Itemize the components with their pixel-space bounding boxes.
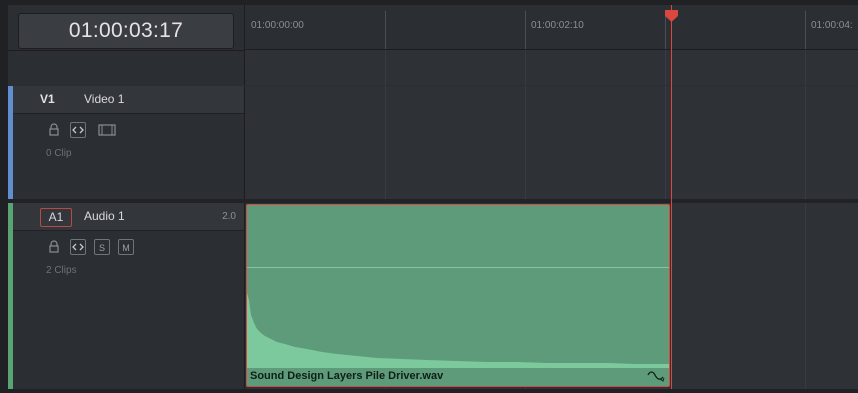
grid-line xyxy=(805,203,806,389)
timeline-ruler[interactable]: 01:00:00:00 01:00:02:10 01:00:04: xyxy=(245,5,858,50)
grid-line xyxy=(385,86,386,199)
clip-count-v1: 0 Clip xyxy=(46,148,72,159)
grid-line xyxy=(525,50,526,85)
empty-track-area xyxy=(245,50,858,85)
timeline-header: 01:00:03:17 xyxy=(8,5,245,85)
lock-icon[interactable] xyxy=(46,239,62,255)
grid-line xyxy=(665,50,666,85)
clip-name: Sound Design Layers Pile Driver.wav xyxy=(250,370,444,382)
grid-line xyxy=(665,86,666,199)
ruler-tick xyxy=(525,11,526,49)
clip-fx-icon[interactable] xyxy=(647,371,665,383)
clip-count-a1: 2 Clips xyxy=(46,265,77,276)
grid-line xyxy=(525,86,526,199)
solo-button[interactable]: S xyxy=(94,239,110,255)
ruler-label-2: 01:00:04: xyxy=(811,20,853,31)
grid-line xyxy=(805,50,806,85)
waveform xyxy=(247,293,669,368)
timeline-window: 01:00:03:17 01:00:00:00 01:00:02:10 01:0… xyxy=(8,5,858,389)
lock-icon[interactable] xyxy=(46,122,62,138)
audio-clip[interactable]: Sound Design Layers Pile Driver.wav xyxy=(246,204,670,387)
track-header-video-1[interactable]: V1 Video 1 0 Clip xyxy=(8,86,245,199)
ruler-tick xyxy=(385,11,386,49)
track-channel-format: 2.0 xyxy=(222,211,236,222)
ruler-label-0: 01:00:00:00 xyxy=(251,20,304,31)
track-id-a1[interactable]: A1 xyxy=(40,208,72,227)
track-lane-video-1[interactable] xyxy=(245,86,858,199)
playhead-line[interactable] xyxy=(671,5,672,389)
track-header-audio-1[interactable]: A1 Audio 1 2.0 S M 2 Clips xyxy=(8,203,245,389)
playhead-handle[interactable] xyxy=(665,10,678,22)
track-id-v1[interactable]: V1 xyxy=(40,91,55,108)
grid-line xyxy=(385,50,386,85)
mute-button[interactable]: M xyxy=(118,239,134,255)
auto-select-icon[interactable] xyxy=(70,122,86,138)
track-name-audio-1[interactable]: Audio 1 xyxy=(84,208,125,225)
waveform-center-line xyxy=(247,267,669,268)
track-name-video-1[interactable]: Video 1 xyxy=(84,91,124,108)
auto-select-icon[interactable] xyxy=(70,239,86,255)
ruler-tick xyxy=(805,11,806,49)
timecode-display[interactable]: 01:00:03:17 xyxy=(18,13,234,49)
video-disable-icon[interactable] xyxy=(98,122,116,138)
ruler-label-1: 01:00:02:10 xyxy=(531,20,584,31)
grid-line xyxy=(805,86,806,199)
header-divider xyxy=(8,50,244,51)
